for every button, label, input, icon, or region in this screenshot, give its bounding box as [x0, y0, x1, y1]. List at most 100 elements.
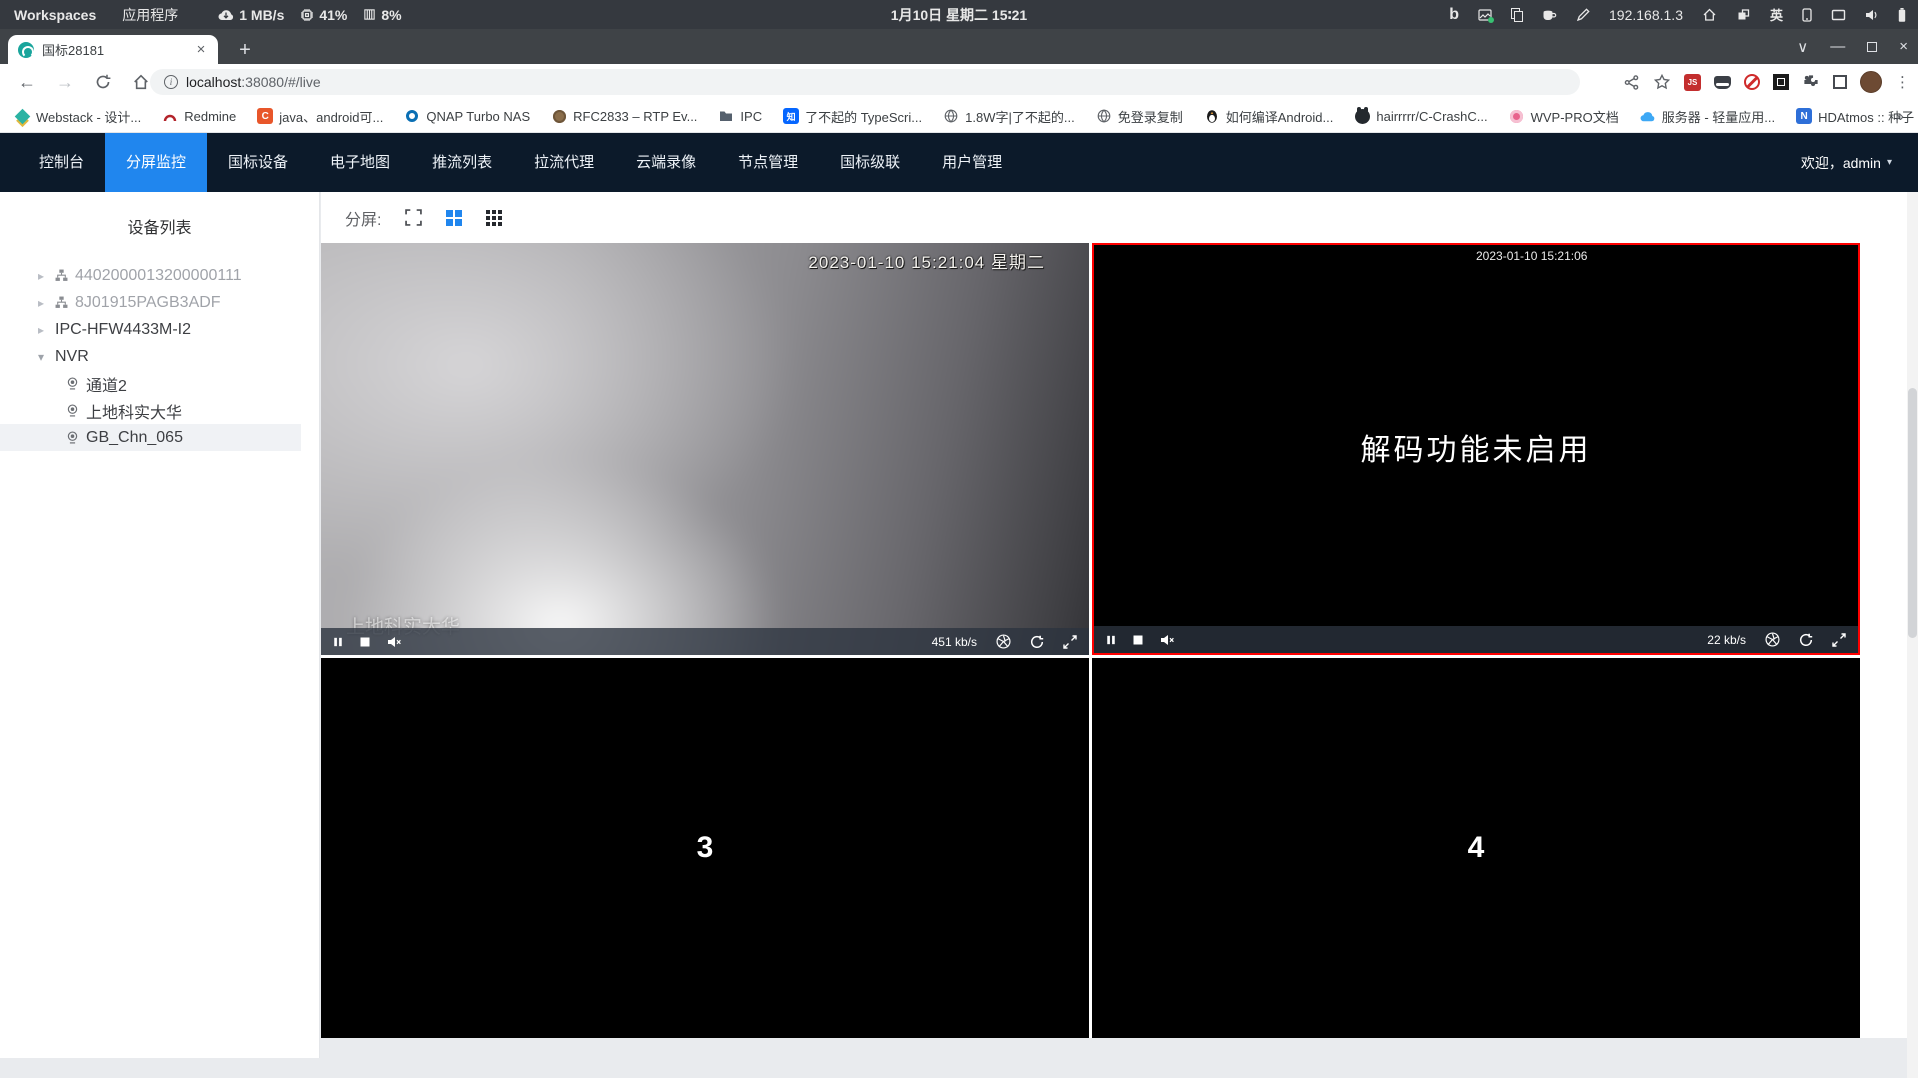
video-cell-1[interactable]: 2023-01-10 15:21:04 星期二 上地科实大华 451 kb/s — [321, 243, 1089, 655]
applications-menu[interactable]: 应用程序 — [122, 5, 178, 25]
window-restore-button[interactable] — [1867, 41, 1878, 52]
nav-tab-gb-cascade[interactable]: 国标级联 — [819, 133, 921, 192]
ip-address-indicator[interactable]: 192.168.1.3 — [1609, 7, 1683, 23]
forward-button[interactable]: → — [54, 71, 76, 93]
chevron-right-icon[interactable]: ▸ — [38, 323, 48, 337]
input-method-indicator[interactable]: 英 — [1770, 5, 1783, 24]
workspaces-button[interactable]: Workspaces — [14, 7, 96, 23]
fullscreen-expand-icon[interactable] — [1832, 632, 1846, 647]
display-tray-icon[interactable] — [1831, 9, 1846, 21]
nav-tab-pull-proxy[interactable]: 拉流代理 — [513, 133, 615, 192]
extensions-puzzle-icon[interactable] — [1802, 73, 1820, 91]
profile-avatar[interactable] — [1860, 71, 1882, 93]
nav-tab-map[interactable]: 电子地图 — [309, 133, 411, 192]
screenshot-tray-icon[interactable] — [1478, 8, 1495, 23]
chevron-right-icon[interactable]: ▸ — [38, 269, 48, 283]
tree-item-platform-1[interactable]: ▸ 4402000013200000111 — [0, 262, 319, 289]
memory-usage-indicator[interactable]: 8% — [363, 7, 402, 23]
nav-tab-user-manage[interactable]: 用户管理 — [921, 133, 1023, 192]
home-button[interactable] — [130, 71, 152, 93]
tree-item-nvr[interactable]: ▾ NVR — [0, 343, 319, 370]
video-cell-2[interactable]: 2023-01-10 15:21:06 解码功能未启用 22 kb/s — [1092, 243, 1860, 655]
bookmark-rfc2833[interactable]: RFC2833 – RTP Ev... — [551, 108, 697, 124]
four-split-icon[interactable] — [446, 209, 463, 226]
tree-item-channel-2[interactable]: 通道2 — [0, 370, 319, 397]
mute-icon[interactable] — [1160, 634, 1175, 646]
bookmark-zhihu-typescript[interactable]: 知了不起的 TypeScri... — [783, 107, 922, 126]
window-close-button[interactable]: × — [1899, 38, 1908, 55]
tree-item-ipc[interactable]: ▸ IPC-HFW4433M-I2 — [0, 316, 319, 343]
fullscreen-expand-icon[interactable] — [1063, 634, 1077, 649]
video-cell-3[interactable]: 3 — [321, 658, 1089, 1038]
bookmark-github-crash[interactable]: hairrrrr/C-CrashC... — [1354, 106, 1488, 124]
nav-tab-push-list[interactable]: 推流列表 — [411, 133, 513, 192]
cloud-icon — [1640, 108, 1656, 124]
cpu-usage-indicator[interactable]: 41% — [300, 7, 347, 23]
site-info-icon[interactable]: i — [164, 75, 178, 89]
bookmark-webstack[interactable]: Webstack - 设计... — [14, 107, 141, 126]
nav-tab-split-monitor[interactable]: 分屏监控 — [105, 133, 208, 192]
window-minimize-button[interactable]: — — [1830, 38, 1845, 55]
bookmark-java-android[interactable]: Cjava、android可... — [257, 107, 383, 126]
tree-item-platform-2[interactable]: ▸ 8J01915PAGB3ADF — [0, 289, 319, 316]
bookmark-copy-free[interactable]: 免登录复制 — [1096, 107, 1183, 126]
bookmark-android-build[interactable]: 如何编译Android... — [1204, 107, 1333, 126]
home-tray-icon[interactable] — [1702, 8, 1717, 22]
pen-tray-icon[interactable] — [1576, 7, 1590, 22]
bookmark-folder-ipc[interactable]: IPC — [718, 108, 762, 124]
incognito-extension-icon[interactable] — [1714, 75, 1731, 89]
refresh-icon[interactable] — [1030, 635, 1044, 649]
mute-icon[interactable] — [387, 636, 402, 648]
chevron-down-icon[interactable]: ▾ — [38, 350, 48, 364]
nine-split-icon[interactable] — [486, 209, 503, 226]
bookmark-wvp-docs[interactable]: WVP-PRO文档 — [1509, 107, 1619, 126]
video-cell-4[interactable]: 4 — [1092, 658, 1860, 1038]
camera-icon — [66, 431, 79, 444]
tree-item-shangdi-dahua[interactable]: 上地科实大华 — [0, 397, 319, 424]
share-icon[interactable] — [1622, 73, 1640, 91]
bookmark-star-icon[interactable] — [1653, 73, 1671, 91]
bookmarks-overflow-chevron[interactable]: » — [1896, 108, 1904, 125]
coffee-tray-icon[interactable] — [1542, 8, 1557, 22]
scrollbar-thumb[interactable] — [1908, 388, 1917, 638]
refresh-icon[interactable] — [1799, 633, 1813, 647]
nav-tab-node-manage[interactable]: 节点管理 — [717, 133, 819, 192]
chevron-right-icon[interactable]: ▸ — [38, 296, 48, 310]
adblock-extension-icon[interactable] — [1744, 74, 1760, 90]
nav-tab-cloud-record[interactable]: 云端录像 — [615, 133, 717, 192]
nav-tab-gb-devices[interactable]: 国标设备 — [207, 133, 309, 192]
user-menu[interactable]: 欢迎，admin ▾ — [1801, 133, 1892, 192]
bookmark-redmine[interactable]: Redmine — [162, 108, 236, 124]
stop-button[interactable] — [359, 636, 371, 648]
page-scrollbar[interactable] — [1907, 192, 1918, 1078]
pause-button[interactable] — [333, 636, 343, 648]
network-speed-indicator[interactable]: 1 MB/s — [218, 7, 284, 23]
bookmark-cloud-server[interactable]: 服务器 - 轻量应用... — [1640, 107, 1775, 126]
single-screen-icon[interactable] — [405, 209, 423, 226]
clipboard-tray-icon[interactable] — [1511, 7, 1524, 22]
pause-button[interactable] — [1106, 634, 1116, 646]
stop-button[interactable] — [1132, 634, 1144, 646]
address-bar[interactable]: i localhost:38080/#/live — [150, 69, 1580, 95]
nav-tab-console[interactable]: 控制台 — [18, 133, 105, 192]
js-extension-icon[interactable]: JS — [1684, 73, 1701, 91]
browser-tab[interactable]: 国标28181 × — [8, 35, 218, 64]
battery-icon[interactable] — [1898, 7, 1906, 22]
bookmark-article-1[interactable]: 1.8W字|了不起的... — [943, 107, 1075, 126]
reload-button[interactable] — [92, 71, 114, 93]
volume-icon[interactable] — [1865, 9, 1879, 21]
tree-item-gb-chn-065[interactable]: GB_Chn_065 — [0, 424, 301, 451]
phone-tray-icon[interactable] — [1802, 7, 1812, 22]
bookmark-qnap[interactable]: QNAP Turbo NAS — [404, 108, 530, 124]
bing-tray-icon[interactable]: b — [1449, 6, 1459, 23]
new-tab-button[interactable]: + — [232, 37, 258, 63]
tab-search-chevron-icon[interactable]: ∨ — [1797, 38, 1808, 56]
workspace-switcher-icon[interactable] — [1736, 8, 1751, 22]
tab-close-icon[interactable]: × — [192, 41, 210, 59]
frame-extension-icon[interactable] — [1833, 75, 1847, 89]
browser-menu-icon[interactable]: ⋮ — [1895, 73, 1910, 91]
capture-extension-icon[interactable] — [1773, 74, 1789, 90]
settings-shutter-icon[interactable] — [996, 634, 1011, 649]
back-button[interactable]: ← — [16, 71, 38, 93]
settings-shutter-icon[interactable] — [1765, 632, 1780, 647]
